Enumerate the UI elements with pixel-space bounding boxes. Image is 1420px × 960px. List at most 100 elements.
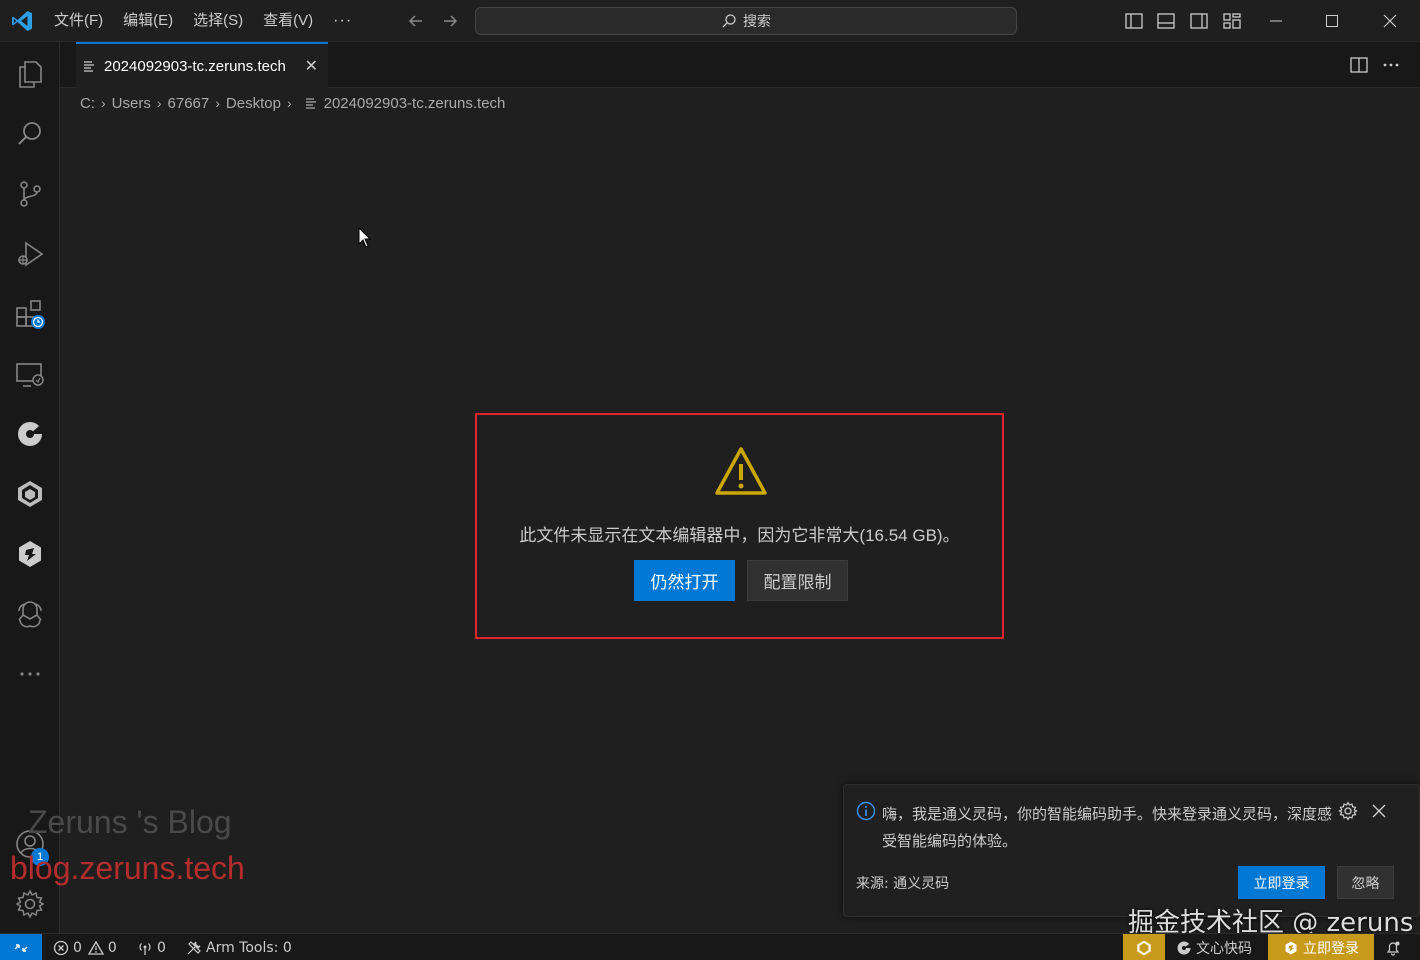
breadcrumb-drive[interactable]: C:: [80, 95, 95, 112]
command-center-search[interactable]: 搜索: [475, 7, 1017, 35]
extensions-icon: [16, 300, 45, 329]
split-editor-icon[interactable]: [1348, 54, 1370, 76]
activity-wenxin[interactable]: [0, 406, 60, 462]
close-icon[interactable]: [1372, 804, 1386, 818]
notification-message: 嗨，我是通义灵码，你的智能编码助手。快来登录通义灵码，深度感受智能编码的体验。: [882, 805, 1333, 850]
breadcrumb-user-folder[interactable]: 67667: [168, 95, 210, 112]
tongyi-status[interactable]: [1123, 934, 1165, 960]
close-icon: [1383, 14, 1397, 28]
search-label: 搜索: [743, 13, 771, 29]
error-count: 0: [73, 939, 82, 956]
editor-more-icon[interactable]: [1380, 54, 1402, 76]
activity-remote-explorer[interactable]: [0, 346, 60, 402]
notification-source: 来源: 通义灵码: [856, 876, 950, 892]
activity-search[interactable]: [0, 106, 60, 162]
login-status-label: 立即登录: [1303, 940, 1359, 957]
chevron-right-icon: ›: [156, 95, 162, 111]
gear-icon: [15, 889, 45, 919]
editor-tab[interactable]: 2024092903-tc.zeruns.tech ✕: [76, 42, 328, 88]
files-icon: [19, 61, 42, 88]
info-icon: [856, 801, 876, 821]
breadcrumb-desktop[interactable]: Desktop: [226, 95, 281, 112]
hexagon-logo-icon: [19, 541, 41, 567]
wenxin-icon: [1177, 941, 1191, 954]
wenxin-icon: [18, 422, 43, 446]
wenxin-status[interactable]: 文心快码: [1176, 934, 1252, 960]
activity-tongyi[interactable]: [0, 466, 60, 522]
tab-label: 2024092903-tc.zeruns.tech: [104, 57, 286, 75]
editor-tab-bar: 2024092903-tc.zeruns.tech ✕: [60, 42, 1420, 88]
breadcrumb-file[interactable]: 2024092903-tc.zeruns.tech: [324, 95, 506, 112]
arm-tools-label: Arm Tools: 0: [206, 939, 292, 956]
file-lines-icon: [84, 61, 94, 72]
menu-edit[interactable]: 编辑(E): [113, 0, 183, 42]
toggle-secondary-sidebar-icon[interactable]: [1189, 11, 1209, 31]
login-button[interactable]: 立即登录: [1238, 866, 1325, 899]
activity-openai[interactable]: [0, 586, 60, 642]
broadcast-icon: [139, 942, 151, 955]
problems-indicator[interactable]: 0 0: [53, 934, 117, 960]
large-file-warning: 此文件未显示在文本编辑器中，因为它非常大(16.54 GB)。 仍然打开 配置限…: [475, 413, 1004, 639]
blog-name-watermark: Zeruns 's Blog: [28, 804, 232, 840]
vscode-logo-icon: [12, 11, 32, 31]
breadcrumb: C: › Users › 67667 › Desktop › 202409290…: [80, 92, 505, 114]
customize-layout-icon[interactable]: [1222, 11, 1242, 31]
maximize-button[interactable]: [1309, 0, 1355, 42]
status-bar: 0 0 0 Arm Tools: 0 文心快码 立即登录: [0, 933, 1420, 960]
minimize-icon: [1270, 20, 1282, 22]
ports-count: 0: [157, 939, 166, 956]
search-icon: [722, 14, 736, 28]
open-anyway-button[interactable]: 仍然打开: [634, 560, 735, 601]
run-debug-icon: [18, 241, 44, 267]
wenxin-label: 文心快码: [1196, 940, 1252, 957]
mouse-cursor-icon: [358, 227, 372, 248]
menu-view[interactable]: 查看(V): [253, 0, 323, 42]
warning-icon: [715, 447, 767, 495]
forward-arrow-icon[interactable]: [440, 11, 460, 31]
menu-more-button[interactable]: ···: [323, 12, 362, 30]
activity-explorer[interactable]: [0, 46, 60, 102]
hexagon-logo-icon: [1285, 941, 1297, 954]
chevron-right-icon: ›: [286, 95, 292, 111]
ignore-button[interactable]: 忽略: [1337, 866, 1394, 899]
warning-icon: [87, 940, 104, 955]
menu-selection[interactable]: 选择(S): [183, 0, 253, 42]
large-file-message: 此文件未显示在文本编辑器中，因为它非常大(16.54 GB)。: [519, 526, 960, 545]
openai-icon: [18, 601, 42, 628]
file-lines-icon: [305, 98, 316, 109]
activity-codegeex[interactable]: [0, 526, 60, 582]
warning-count: 0: [107, 939, 117, 956]
ports-indicator[interactable]: 0: [137, 934, 166, 960]
back-arrow-icon[interactable]: [406, 11, 426, 31]
activity-extensions[interactable]: [0, 286, 60, 342]
tools-icon: [187, 940, 201, 954]
configure-limit-button[interactable]: 配置限制: [747, 560, 848, 601]
blog-url-watermark: blog.zeruns.tech: [10, 850, 245, 886]
breadcrumb-users[interactable]: Users: [112, 95, 151, 112]
remote-icon: [14, 943, 28, 952]
source-control-icon: [20, 181, 41, 207]
toggle-panel-icon[interactable]: [1156, 11, 1176, 31]
activity-run-debug[interactable]: [0, 226, 60, 282]
chevron-right-icon: ›: [215, 95, 220, 111]
search-icon: [18, 122, 41, 145]
remote-explorer-icon: [16, 363, 44, 387]
maximize-icon: [1326, 15, 1338, 27]
tongyi-icon: [18, 481, 42, 507]
bell-icon: [1386, 941, 1400, 956]
activity-more[interactable]: [0, 646, 60, 702]
toggle-primary-sidebar-icon[interactable]: [1124, 11, 1144, 31]
codegeex-login-status[interactable]: 立即登录: [1268, 934, 1374, 960]
activity-source-control[interactable]: [0, 166, 60, 222]
activity-bar: 1: [0, 42, 60, 933]
close-window-button[interactable]: [1367, 0, 1413, 42]
error-icon: [53, 940, 69, 955]
menu-file[interactable]: 文件(F): [44, 0, 113, 42]
notifications-bell[interactable]: [1385, 934, 1401, 960]
arm-tools-indicator[interactable]: Arm Tools: 0: [186, 934, 292, 960]
remote-indicator[interactable]: [0, 934, 42, 960]
gear-icon[interactable]: [1338, 801, 1358, 821]
title-bar: 文件(F) 编辑(E) 选择(S) 查看(V) ··· 搜索: [0, 0, 1420, 42]
minimize-button[interactable]: [1253, 0, 1299, 42]
tab-close-icon[interactable]: ✕: [305, 56, 318, 76]
